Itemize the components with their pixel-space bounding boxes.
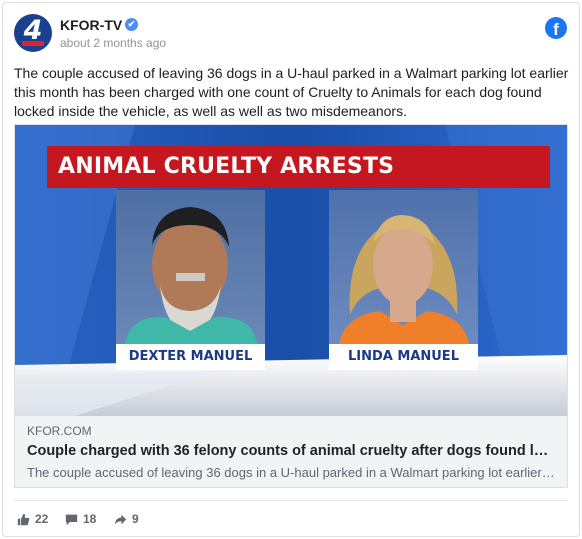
comment-icon (65, 514, 78, 525)
shares-count: 9 (132, 512, 139, 526)
page-avatar[interactable]: 4 (14, 14, 52, 52)
page-name-link[interactable]: KFOR-TV (60, 17, 122, 33)
post-text: The couple accused of leaving 36 dogs in… (14, 65, 569, 119)
person-name-1: DEXTER MANUEL (128, 349, 253, 364)
facebook-icon[interactable]: f (545, 17, 567, 39)
post-card: 4 KFOR-TV ✔ about 2 months ago f The cou… (2, 2, 580, 537)
likes-count: 22 (35, 512, 49, 526)
link-domain: KFOR.COM (27, 424, 92, 438)
verified-icon: ✔ (125, 18, 138, 31)
person-name-2: LINDA MANUEL (348, 349, 459, 364)
link-preview-image[interactable]: ANIMAL CRUELTY ARRESTS DEXTER MANUEL LIN… (15, 125, 567, 416)
share-icon (114, 514, 127, 524)
post-timestamp[interactable]: about 2 months ago (60, 36, 166, 50)
link-preview[interactable]: ANIMAL CRUELTY ARRESTS DEXTER MANUEL LIN… (14, 124, 568, 488)
link-title[interactable]: Couple charged with 36 felony counts of … (27, 443, 557, 459)
avatar-logo-bar (22, 41, 44, 46)
comments-count: 18 (83, 512, 97, 526)
likes-count-button[interactable]: 22 (17, 510, 48, 528)
comments-count-button[interactable]: 18 (65, 510, 96, 528)
divider (14, 500, 568, 501)
link-description: The couple accused of leaving 36 dogs in… (27, 465, 557, 480)
news-banner-text: ANIMAL CRUELTY ARRESTS (58, 154, 395, 179)
like-icon (17, 513, 30, 525)
shares-count-button[interactable]: 9 (114, 510, 139, 528)
